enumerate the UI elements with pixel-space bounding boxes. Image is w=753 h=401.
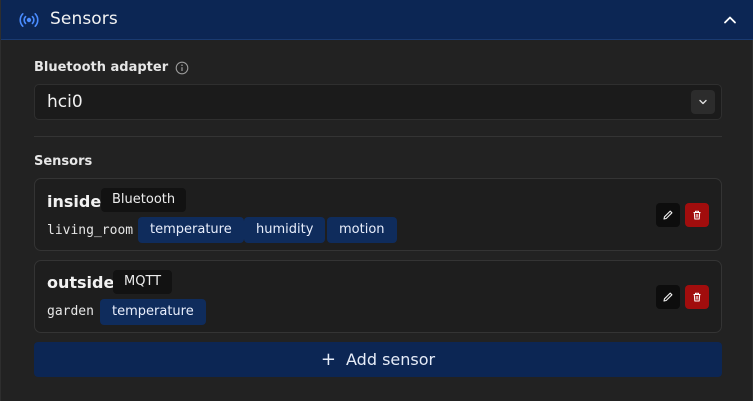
sensor-type-badge: Bluetooth [101, 188, 187, 212]
sensor-tag: temperature [138, 217, 244, 243]
trash-icon [693, 210, 701, 220]
delete-sensor-button[interactable] [685, 285, 709, 309]
panel-title: Sensors [50, 9, 118, 29]
trash-icon [693, 292, 701, 302]
adapter-dropdown-toggle[interactable] [691, 90, 715, 114]
collapse-button[interactable] [720, 10, 740, 30]
sensor-card-inside: inside Bluetooth living_room temperature… [34, 178, 722, 251]
info-icon[interactable] [175, 61, 189, 75]
sensor-location: living_room [47, 223, 134, 238]
adapter-selected-value: hci0 [47, 92, 83, 112]
edit-sensor-button[interactable] [656, 203, 680, 227]
pencil-icon [663, 210, 673, 220]
delete-sensor-button[interactable] [685, 203, 709, 227]
sensor-card-outside: outside MQTT garden temperature [34, 260, 722, 333]
sensor-tag: motion [327, 217, 397, 243]
sensors-section-label: Sensors [34, 154, 93, 169]
sensor-tag: temperature [100, 299, 206, 325]
sensor-location: garden [47, 304, 94, 319]
radio-signal-icon [19, 13, 39, 27]
add-sensor-button[interactable]: + Add sensor [34, 342, 722, 377]
chevron-up-icon [724, 16, 736, 24]
sensor-tag: humidity [244, 217, 326, 243]
adapter-label-row: Bluetooth adapter [34, 60, 189, 75]
plus-icon: + [320, 348, 336, 370]
adapter-select[interactable]: hci0 [34, 84, 722, 120]
sensor-name: inside [47, 192, 102, 211]
panel-header[interactable]: Sensors [1, 0, 753, 40]
edit-sensor-button[interactable] [656, 285, 680, 309]
section-divider [34, 136, 722, 137]
chevron-down-icon [699, 99, 707, 105]
sensor-type-badge: MQTT [113, 270, 173, 294]
pencil-icon [663, 292, 673, 302]
add-sensor-label: Add sensor [346, 350, 436, 369]
sensor-name: outside [47, 273, 115, 292]
sensors-panel: Sensors Bluetooth adapter hci0 Sensors i… [0, 0, 753, 401]
adapter-label: Bluetooth adapter [34, 60, 169, 75]
